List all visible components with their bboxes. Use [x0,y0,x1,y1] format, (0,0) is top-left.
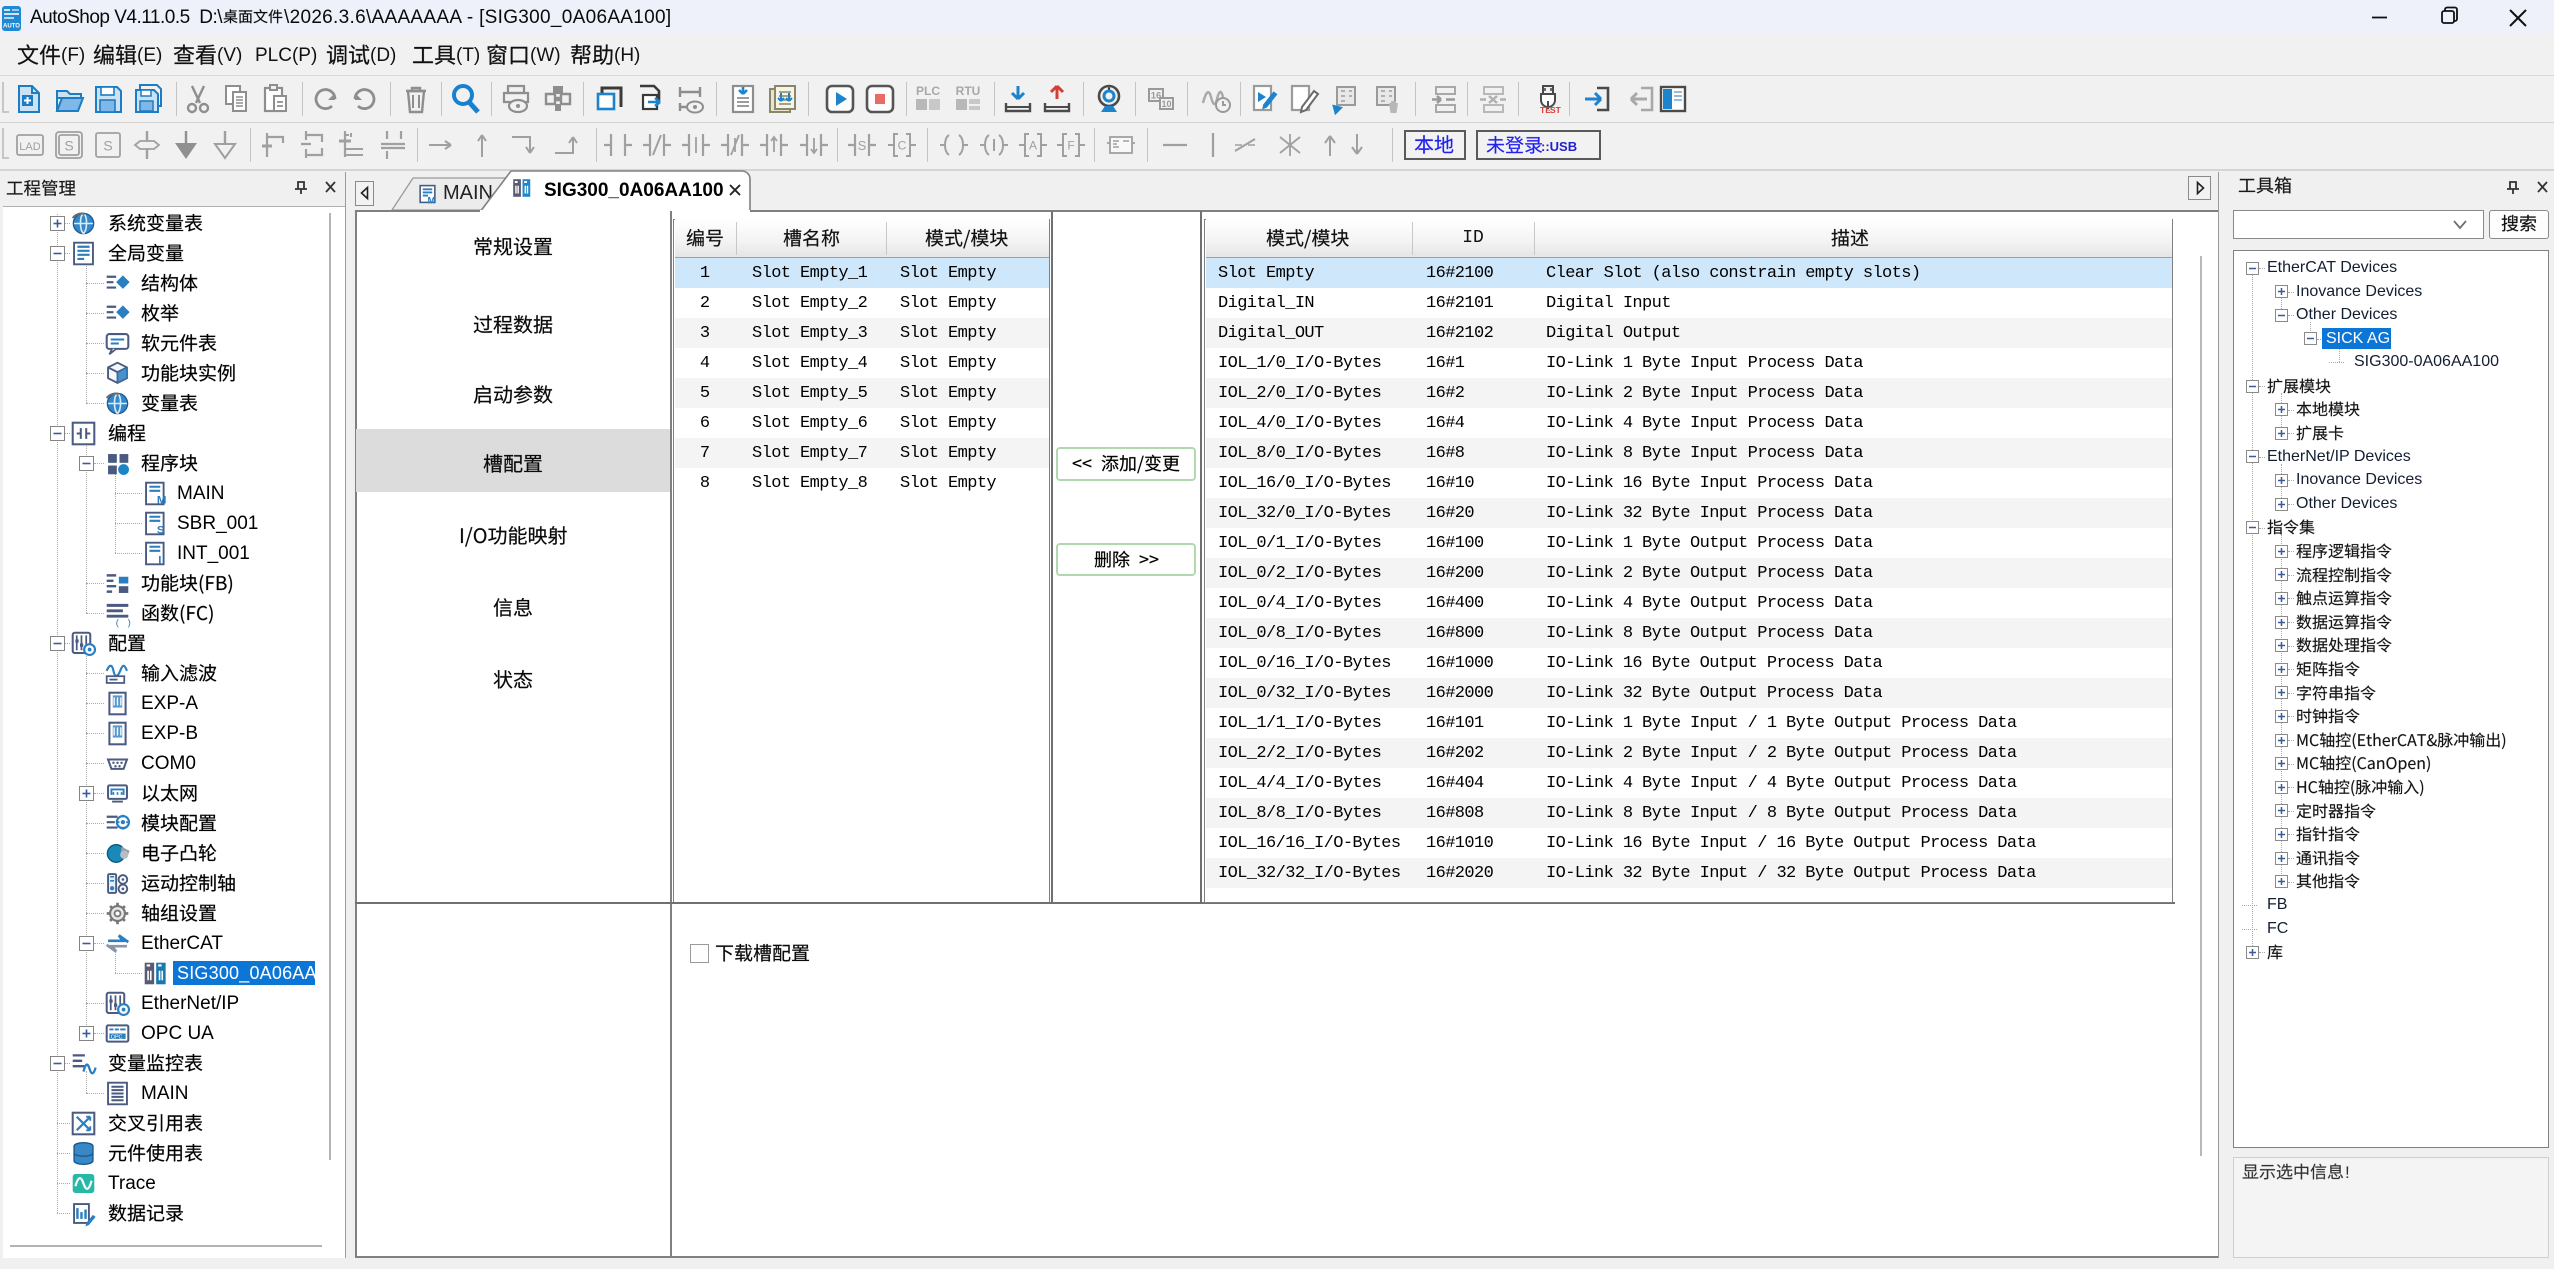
svg-text:F: F [1067,139,1074,153]
svg-text:LAD: LAD [19,141,40,153]
svg-text:C: C [898,139,907,153]
svg-text:S: S [103,138,112,154]
svg-text:M: M [428,195,436,206]
svg-text:( ): ( ) [115,617,132,628]
svg-text:S: S [858,138,867,153]
svg-text:S: S [157,524,165,536]
svg-text:PLC: PLC [916,84,940,98]
svg-text:AUTO: AUTO [3,24,20,30]
svg-text:OPC: OPC [111,1034,123,1040]
svg-text:10: 10 [1161,99,1171,109]
svg-text:S: S [64,138,73,154]
svg-text:ST: ST [1550,105,1562,115]
svg-text:M: M [157,494,167,506]
svg-text:A: A [1029,139,1037,153]
svg-text:I: I [158,554,161,566]
svg-text:RTU: RTU [956,84,981,98]
